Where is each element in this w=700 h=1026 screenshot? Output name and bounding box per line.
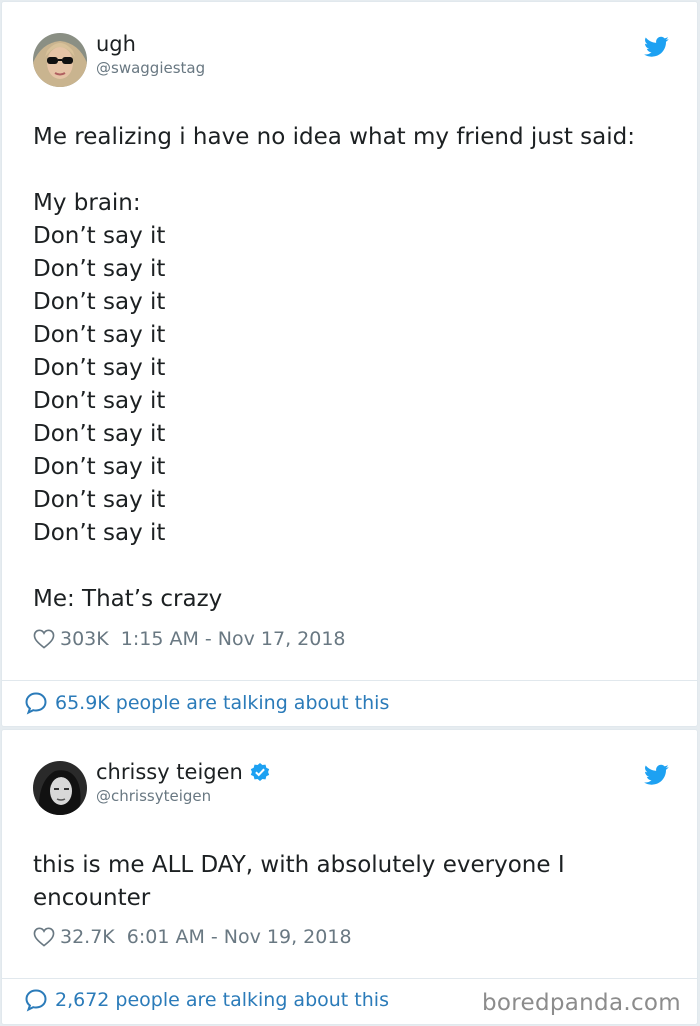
avatar[interactable] — [33, 761, 87, 815]
watermark: boredpanda.com — [482, 990, 681, 1016]
talking-link[interactable]: 65.9K people are talking about this — [24, 691, 389, 715]
speech-bubble-icon — [25, 692, 47, 715]
author-name[interactable]: ugh — [96, 32, 136, 56]
twitter-bird-icon[interactable] — [644, 36, 669, 58]
like-count[interactable]: 32.7K — [60, 926, 115, 948]
heart-icon[interactable] — [33, 927, 55, 947]
author-name[interactable]: chrissy teigen — [96, 760, 271, 784]
timestamp[interactable]: 6:01 AM - Nov 19, 2018 — [127, 926, 352, 948]
divider — [2, 680, 697, 681]
author-handle[interactable]: @chrissyteigen — [96, 787, 211, 805]
avatar-photo — [33, 33, 87, 87]
speech-bubble-icon — [25, 989, 47, 1012]
like-count[interactable]: 303K — [60, 628, 109, 650]
author-name-text[interactable]: chrissy teigen — [96, 760, 243, 784]
tweet-card: ugh @swaggiestag Me realizing i have no … — [1, 1, 698, 727]
tweet-text: Me realizing i have no idea what my frie… — [33, 124, 635, 612]
talking-text[interactable]: 2,672 people are talking about this — [55, 989, 389, 1011]
talking-text[interactable]: 65.9K people are talking about this — [55, 692, 389, 714]
avatar[interactable] — [33, 33, 87, 87]
divider — [2, 978, 697, 979]
author-handle[interactable]: @swaggiestag — [96, 59, 205, 77]
author-name-text[interactable]: ugh — [96, 32, 136, 56]
twitter-bird-icon[interactable] — [644, 764, 669, 786]
tweet-meta: 32.7K 6:01 AM - Nov 19, 2018 — [33, 926, 352, 948]
avatar-photo — [33, 761, 87, 815]
talking-link[interactable]: 2,672 people are talking about this — [24, 988, 389, 1012]
tweet-text: this is me ALL DAY, with absolutely ever… — [33, 852, 565, 911]
verified-badge-icon — [250, 763, 270, 781]
timestamp[interactable]: 1:15 AM - Nov 17, 2018 — [121, 628, 346, 650]
heart-icon[interactable] — [33, 629, 55, 649]
tweet-meta: 303K 1:15 AM - Nov 17, 2018 — [33, 628, 346, 650]
tweet-card: chrissy teigen @chrissyteigen this is me… — [1, 729, 698, 1025]
